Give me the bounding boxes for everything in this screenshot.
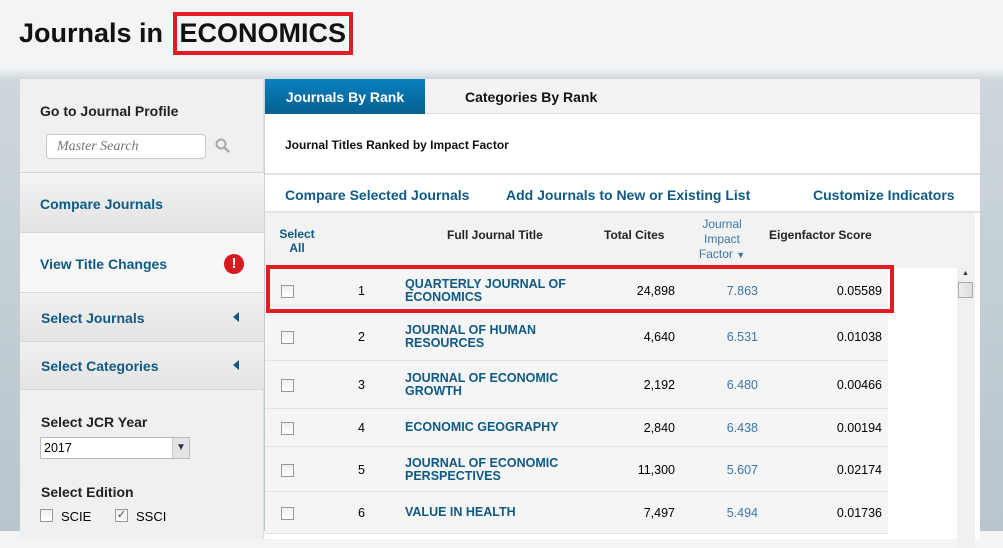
select-journals-toggle[interactable]: Select Journals: [20, 293, 264, 342]
search-icon[interactable]: [215, 138, 231, 154]
total-cites: 2,840: [643, 421, 675, 435]
col-jif-sort[interactable]: Journal Impact Factor ▼: [687, 217, 757, 263]
table-row: 4 ECONOMIC GEOGRAPHY 2,840 6.438 0.00194: [265, 409, 888, 447]
action-bar: Compare Selected Journals Add Journals t…: [265, 173, 980, 213]
impact-factor: 5.494: [726, 506, 758, 520]
scroll-up-icon[interactable]: ▲: [962, 270, 969, 277]
ranking-subtitle: Journal Titles Ranked by Impact Factor: [285, 138, 509, 152]
view-title-changes-link[interactable]: View Title Changes !: [20, 233, 264, 293]
select-categories-label: Select Categories: [41, 358, 159, 374]
table-row: 2 JOURNAL OF HUMAN RESOURCES 4,640 6.531…: [265, 313, 888, 361]
row-checkbox[interactable]: [281, 463, 294, 477]
scie-label: SCIE: [61, 509, 92, 524]
tab-categories-by-rank[interactable]: Categories By Rank: [465, 79, 597, 114]
table-row: 3 JOURNAL OF ECONOMIC GROWTH 2,192 6.480…: [265, 361, 888, 409]
goto-section: Go to Journal Profile: [20, 79, 264, 173]
total-cites: 7,497: [643, 506, 675, 520]
row-checkbox[interactable]: [281, 379, 294, 392]
select-categories-toggle[interactable]: Select Categories: [20, 342, 264, 390]
compare-journals-link[interactable]: Compare Journals: [20, 173, 264, 233]
title-changes-label: View Title Changes: [40, 256, 168, 272]
row-checkbox[interactable]: [281, 507, 294, 520]
eigenfactor-score: 0.00194: [836, 421, 882, 435]
select-all-link[interactable]: Select All: [279, 227, 315, 255]
highlight-box: [266, 265, 894, 313]
rank: 6: [358, 506, 365, 520]
ssci-checkbox[interactable]: ✓: [115, 509, 128, 522]
select-journals-label: Select Journals: [41, 310, 145, 326]
alert-icon: !: [224, 254, 244, 274]
page-title: Journals in ECONOMICS: [19, 12, 354, 55]
eigenfactor-score: 0.01038: [836, 330, 882, 344]
add-to-list-link[interactable]: Add Journals to New or Existing List: [506, 187, 750, 203]
row-checkbox[interactable]: [281, 422, 294, 435]
scie-checkbox[interactable]: [40, 509, 53, 522]
year-label: Select JCR Year: [41, 414, 148, 430]
journal-title-link[interactable]: ECONOMIC GEOGRAPHY: [405, 421, 585, 434]
caret-left-icon: [233, 360, 239, 370]
tab-bar: Journals By Rank Categories By Rank: [265, 79, 980, 114]
customize-indicators-link[interactable]: Customize Indicators: [813, 187, 955, 203]
compare-selected-link[interactable]: Compare Selected Journals: [285, 187, 469, 203]
category-name: ECONOMICS: [172, 12, 354, 55]
impact-factor: 6.531: [726, 330, 758, 344]
total-cites: 11,300: [637, 462, 675, 477]
col-eigenfactor: Eigenfactor Score: [769, 228, 872, 242]
rank: 2: [358, 330, 365, 344]
journal-title-link[interactable]: JOURNAL OF ECONOMIC PERSPECTIVES: [405, 456, 585, 483]
tab-journals-by-rank[interactable]: Journals By Rank: [265, 79, 425, 114]
total-cites: 4,640: [643, 330, 675, 344]
compare-journals-label: Compare Journals: [40, 196, 163, 212]
journal-title-link[interactable]: JOURNAL OF ECONOMIC GROWTH: [405, 372, 585, 398]
rank: 5: [358, 462, 365, 477]
rank: 4: [358, 421, 365, 435]
table-row: 6 VALUE IN HEALTH 7,497 5.494 0.01736: [265, 492, 888, 534]
row-checkbox[interactable]: [281, 331, 294, 344]
journal-title-link[interactable]: JOURNAL OF HUMAN RESOURCES: [405, 324, 585, 350]
table-row: 5 JOURNAL OF ECONOMIC PERSPECTIVES 11,30…: [265, 447, 888, 492]
eigenfactor-score: 0.00466: [836, 378, 882, 392]
eigenfactor-score: 0.02174: [836, 462, 882, 477]
col-total-cites: Total Cites: [604, 228, 665, 242]
master-search-input[interactable]: [46, 134, 206, 159]
journal-title-link[interactable]: VALUE IN HEALTH: [405, 506, 585, 519]
edition-label: Select Edition: [41, 484, 134, 500]
table-header: Select All Full Journal Title Total Cite…: [265, 213, 975, 268]
goto-label: Go to Journal Profile: [40, 103, 179, 119]
scroll-thumb[interactable]: [958, 282, 973, 298]
scrollbar[interactable]: ▲: [957, 268, 975, 548]
ssci-label: SSCI: [136, 509, 167, 524]
sidebar: Go to Journal Profile Compare Journals V…: [20, 79, 264, 539]
impact-factor: 6.480: [726, 378, 758, 392]
caret-left-icon: [233, 312, 239, 322]
year-select[interactable]: 2017 ▼: [40, 437, 190, 459]
total-cites: 2,192: [643, 378, 675, 392]
impact-factor: 5.607: [726, 462, 758, 477]
rank: 3: [358, 378, 365, 392]
col-title: Full Journal Title: [447, 228, 543, 242]
year-value: 2017: [44, 441, 72, 455]
impact-factor: 6.438: [726, 421, 758, 435]
chevron-down-icon: ▼: [172, 438, 189, 458]
sort-desc-icon: ▼: [736, 250, 746, 260]
title-prefix: Journals in: [19, 18, 164, 48]
eigenfactor-score: 0.01736: [836, 506, 882, 520]
